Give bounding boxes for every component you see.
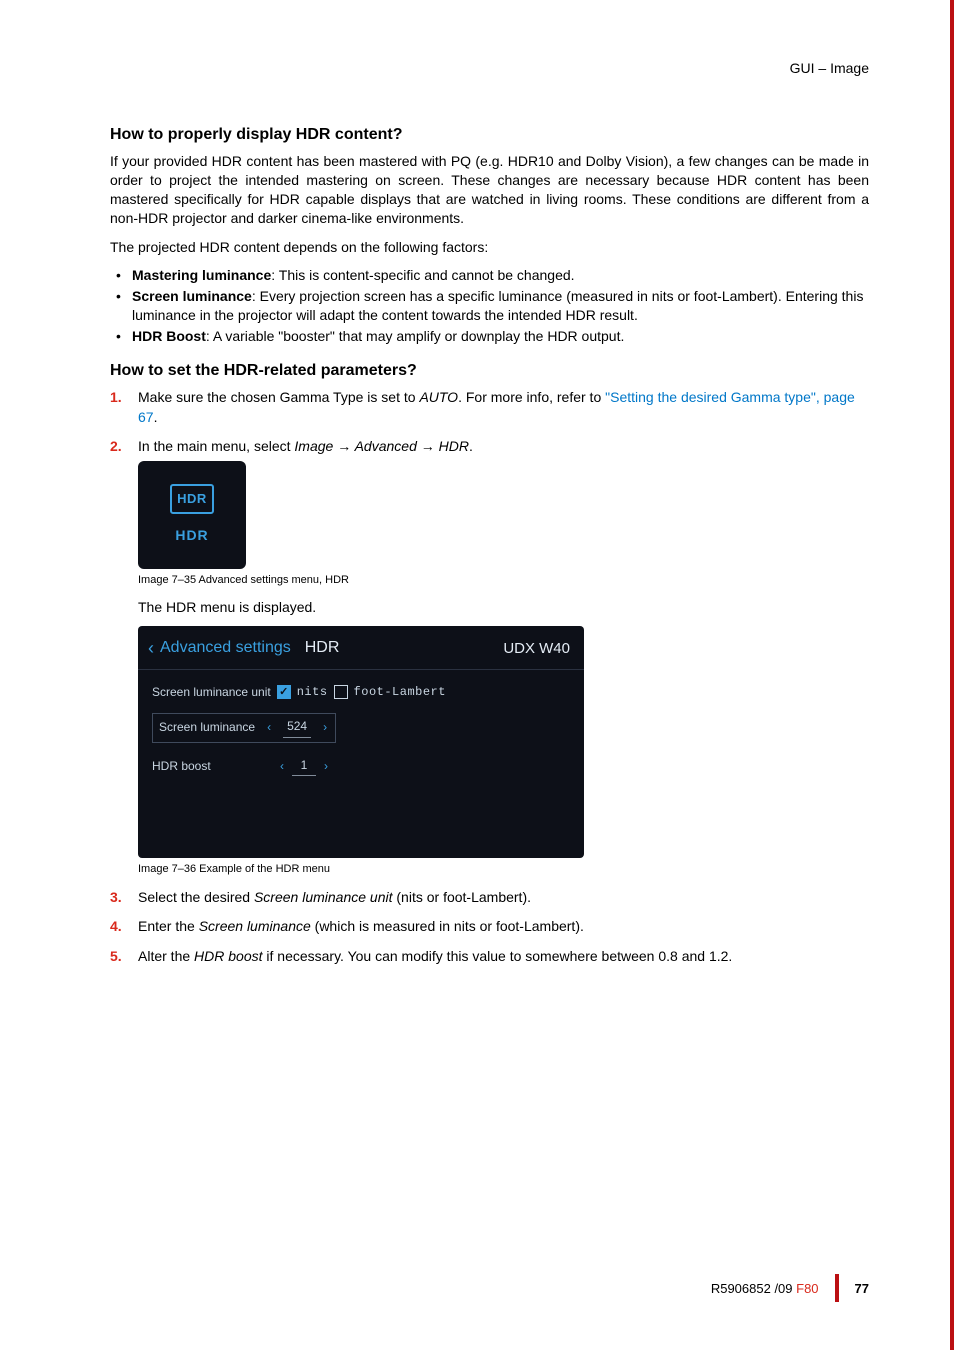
step4-a: Enter the [138,918,199,934]
step5-b: if necessary. You can modify this value … [263,948,733,964]
increment-icon[interactable]: › [322,758,330,775]
luminance-unit-label: Screen luminance unit [152,684,271,701]
hdr-boost-value[interactable]: 1 [292,757,316,777]
step1-text-b: . For more info, refer to [458,389,605,405]
bullet-item: HDR Boost: A variable "booster" that may… [110,327,869,346]
hdr-displayed-text: The HDR menu is displayed. [138,598,869,618]
step-1: 1. Make sure the chosen Gamma Type is se… [110,388,869,427]
step3-b: (nits or foot-Lambert). [393,889,532,905]
bullet-strong: HDR Boost [132,328,206,344]
step2-path: Image → Advanced → HDR [294,438,469,454]
screen-luminance-label: Screen luminance [159,719,255,736]
bullet-rest: : This is content-specific and cannot be… [271,267,574,283]
step1-auto: AUTO [419,389,458,405]
screen-luminance-row: Screen luminance ‹ 524 › [152,713,570,743]
panel-body: Screen luminance unit ✓ nits ✓ foot-Lamb… [138,670,584,858]
screen-luminance-field[interactable]: Screen luminance ‹ 524 › [152,713,336,743]
option-footlambert[interactable]: foot-Lambert [354,684,446,701]
checkbox-footlambert[interactable]: ✓ [334,685,348,699]
hdr-menu-panel: ‹ Advanced settings HDR UDX W40 Screen l… [138,626,584,859]
hdr-boost-row: HDR boost ‹ 1 › [152,757,570,777]
step3-i: Screen luminance unit [254,889,393,905]
step-number: 1. [110,388,122,408]
panel-title: HDR [305,637,340,659]
step-3: 3. Select the desired Screen luminance u… [110,888,869,908]
section1-heading: How to properly display HDR content? [110,126,869,144]
hdr-boost-label: HDR boost [152,758,272,775]
panel-model: UDX W40 [503,638,570,659]
step2-text-a: In the main menu, select [138,438,294,454]
panel-title-row: ‹ Advanced settings HDR UDX W40 [138,626,584,670]
back-icon[interactable]: ‹ [148,636,154,661]
step3-a: Select the desired [138,889,254,905]
screen-luminance-value[interactable]: 524 [283,718,311,738]
step1-text-c: . [154,409,158,425]
increment-icon[interactable]: › [321,719,329,736]
bullet-item: Screen luminance: Every projection scree… [110,287,869,325]
hdr-icon: HDR [170,484,214,514]
section1-p1: If your provided HDR content has been ma… [110,152,869,228]
bullet-strong: Screen luminance [132,288,252,304]
footer-model: F80 [796,1281,818,1296]
section1-bullets: Mastering luminance: This is content-spe… [110,266,869,346]
step4-b: (which is measured in nits or foot-Lambe… [311,918,584,934]
steps-list: 1. Make sure the chosen Gamma Type is se… [110,388,869,967]
step5-a: Alter the [138,948,194,964]
step-number: 5. [110,947,122,967]
step-2: 2. In the main menu, select Image → Adva… [110,437,869,878]
step-number: 3. [110,888,122,908]
section2-heading: How to set the HDR-related parameters? [110,362,869,380]
decrement-icon[interactable]: ‹ [265,719,273,736]
page-number: 77 [855,1281,869,1296]
step2-text-b: . [469,438,473,454]
panel-breadcrumb[interactable]: Advanced settings [160,637,291,659]
hdr-tile-label: HDR [175,526,208,546]
footer-docnum: R5906852 /09 [711,1281,796,1296]
figure-caption-35: Image 7–35 Advanced settings menu, HDR [138,573,869,588]
breadcrumb: GUI – Image [110,60,869,76]
page-footer: R5906852 /09 F80 77 [711,1274,869,1302]
luminance-unit-row: Screen luminance unit ✓ nits ✓ foot-Lamb… [152,684,570,701]
step4-i: Screen luminance [199,918,311,934]
decrement-icon[interactable]: ‹ [278,758,286,775]
step-4: 4. Enter the Screen luminance (which is … [110,917,869,937]
step-5: 5. Alter the HDR boost if necessary. You… [110,947,869,967]
section1-p2: The projected HDR content depends on the… [110,238,869,257]
hdr-menu-tile[interactable]: HDR HDR [138,461,246,569]
checkbox-nits[interactable]: ✓ [277,685,291,699]
step-number: 2. [110,437,122,457]
bullet-item: Mastering luminance: This is content-spe… [110,266,869,285]
option-nits[interactable]: nits [297,684,328,701]
bullet-rest: : A variable "booster" that may amplify … [206,328,624,344]
footer-doc: R5906852 /09 F80 [711,1281,819,1296]
step1-text-a: Make sure the chosen Gamma Type is set t… [138,389,419,405]
figure-caption-36: Image 7–36 Example of the HDR menu [138,862,869,877]
bullet-strong: Mastering luminance [132,267,271,283]
step5-i: HDR boost [194,948,262,964]
step-number: 4. [110,917,122,937]
footer-rule [835,1274,839,1302]
page-accent-bar [950,0,954,1350]
